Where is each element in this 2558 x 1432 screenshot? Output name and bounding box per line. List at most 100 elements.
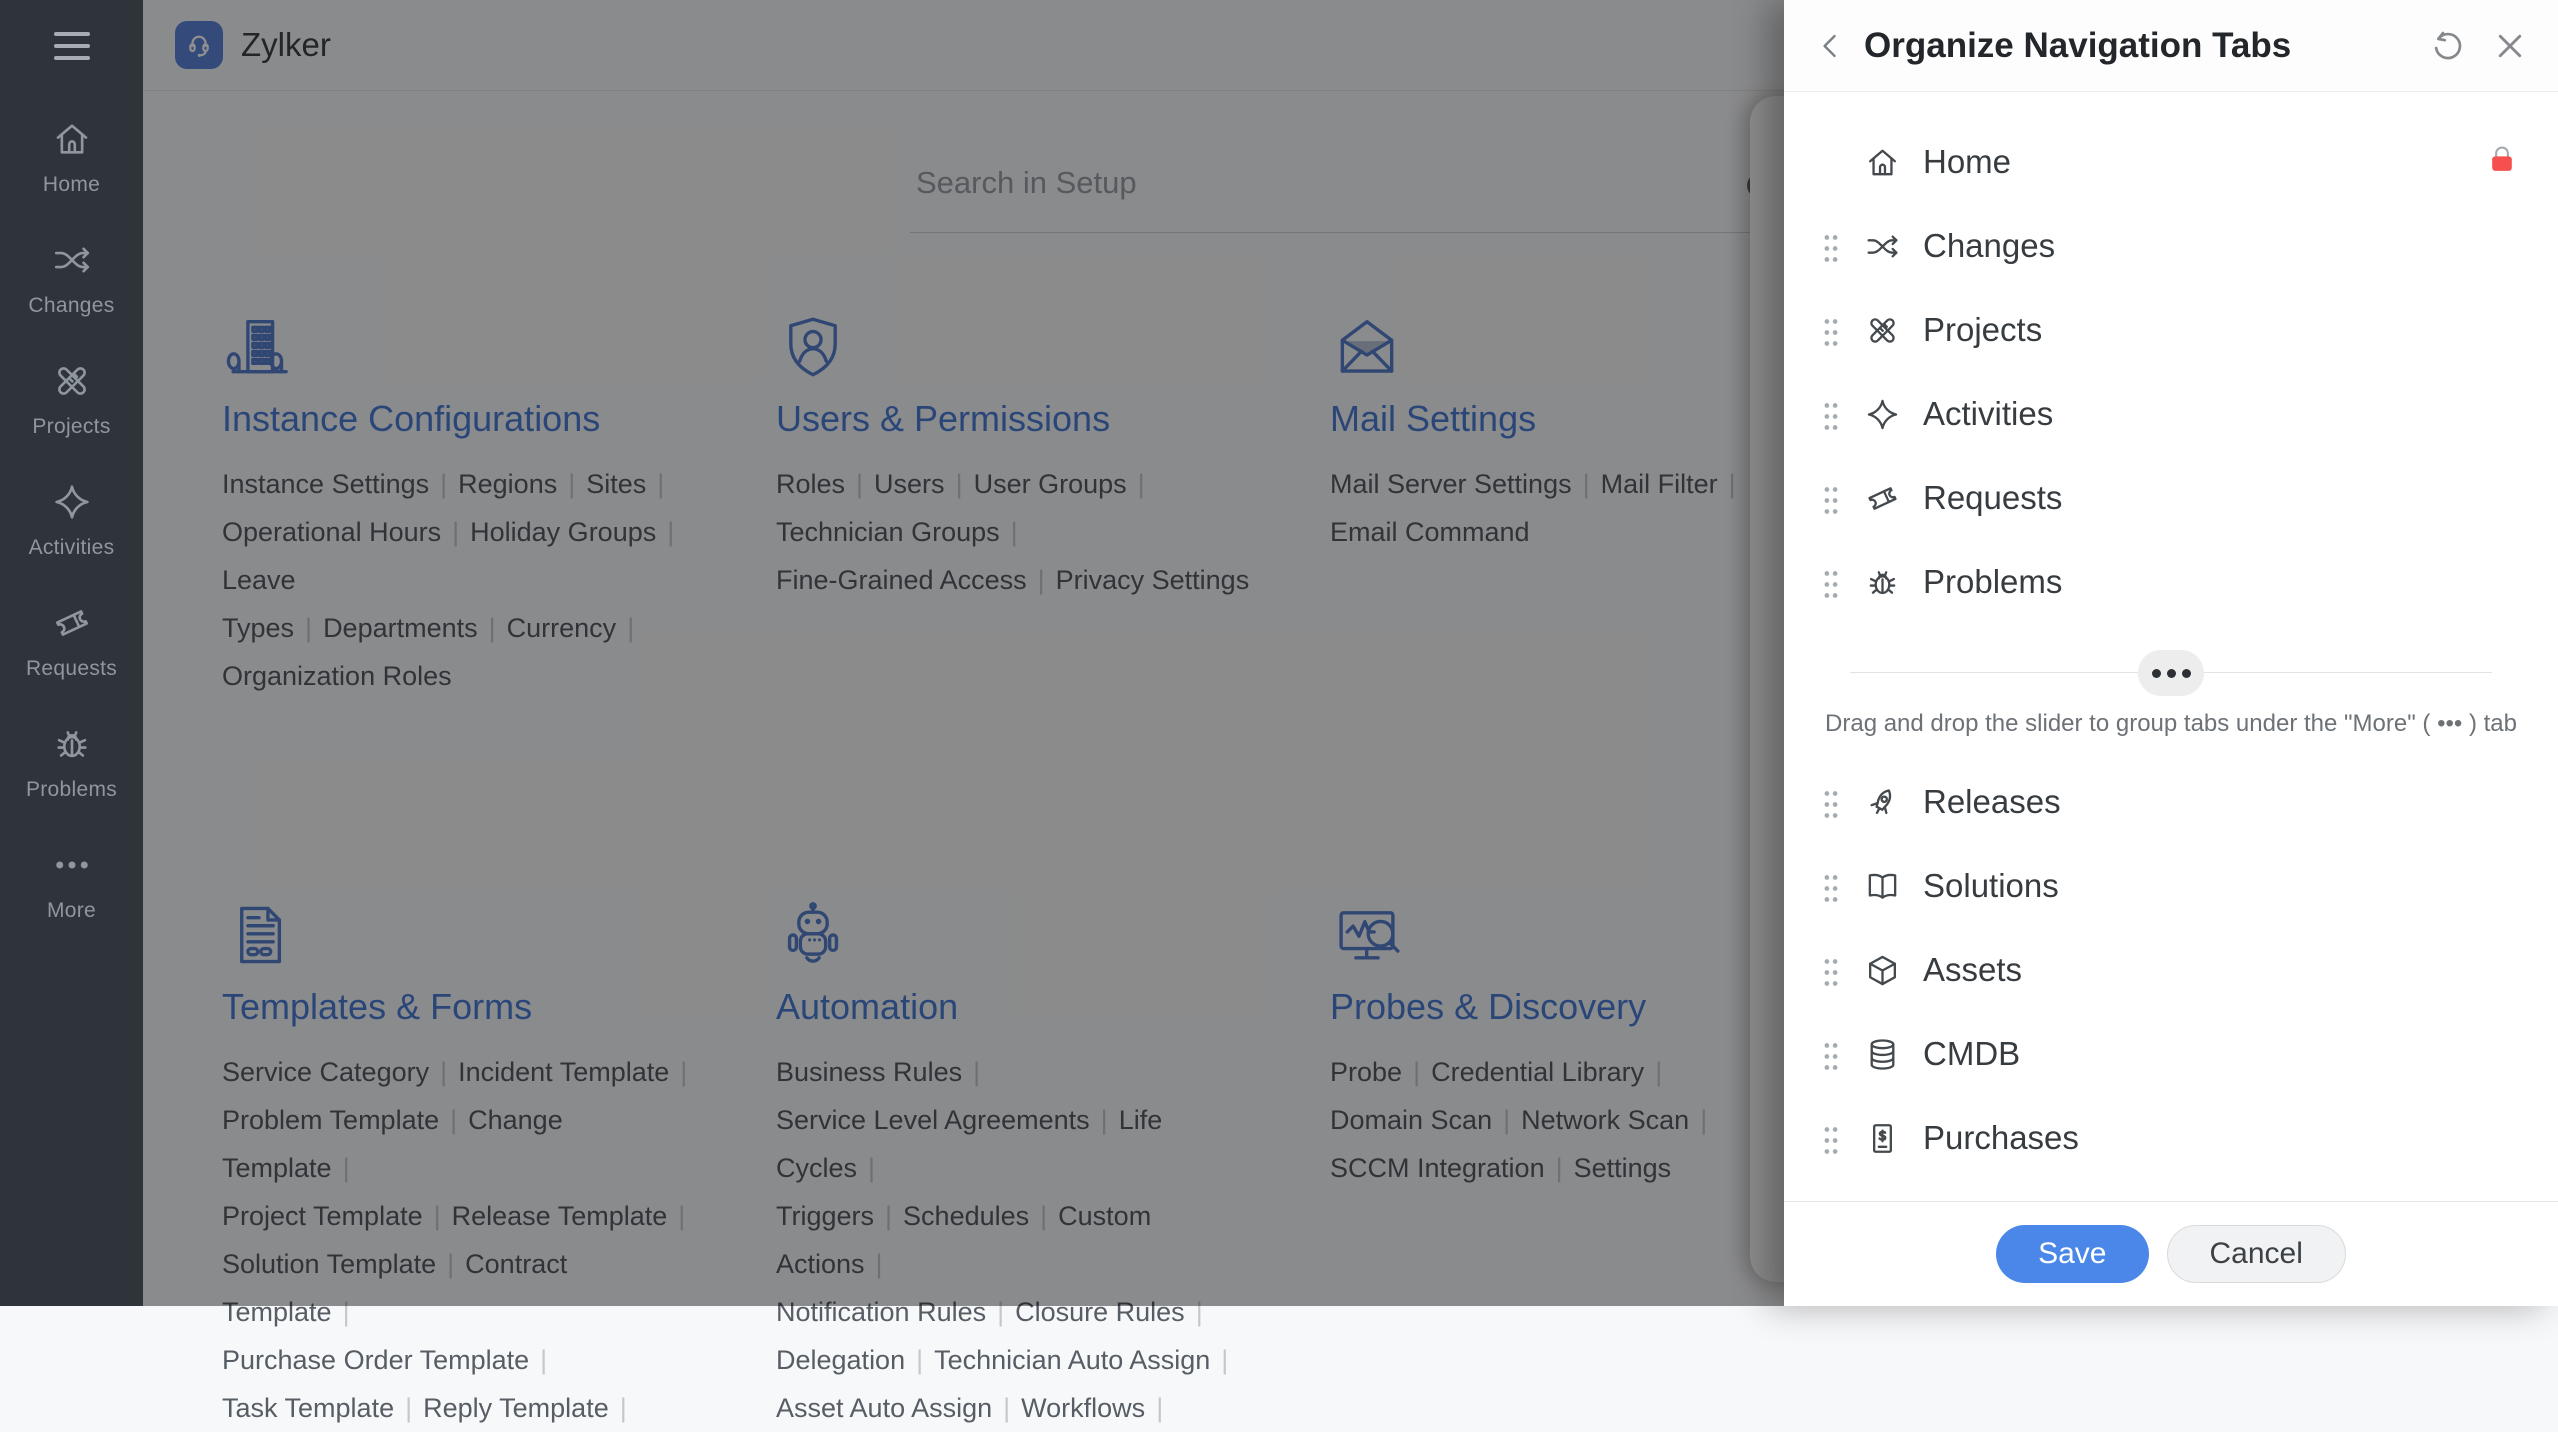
setup-link-task-template[interactable]: Task Template [222,1393,394,1423]
projects-icon [1864,312,1901,349]
sidebar-item-requests[interactable]: Requests [0,602,143,681]
sidebar-item-label: Home [43,173,100,197]
separator: | [1003,1393,1010,1423]
tabs-list-main: Home Changes Projects Activities [1784,120,2558,624]
more-icon [51,844,93,891]
setup-link-workflows[interactable]: Workflows [1021,1393,1145,1423]
drag-handle-icon[interactable] [1820,316,1842,344]
assets-icon [1864,952,1901,989]
tab-label: Activities [1923,395,2518,433]
tab-row-solutions[interactable]: Solutions [1784,844,2558,928]
tab-label: Requests [1923,479,2518,517]
organize-tabs-panel: Organize Navigation Tabs Home Changes [1784,0,2558,1306]
separator: | [916,1345,923,1375]
tab-row-requests[interactable]: Requests [1784,456,2558,540]
home-icon [1864,144,1901,181]
tab-row-projects[interactable]: Projects [1784,288,2558,372]
drag-handle-icon[interactable] [1820,568,1842,596]
setup-link-delegation[interactable]: Delegation [776,1345,905,1375]
tab-row-problems[interactable]: Problems [1784,540,2558,624]
separator: | [1156,1393,1163,1423]
separator: | [540,1345,547,1375]
sidebar-nav: Home Changes Projects Activities Request… [0,118,143,923]
tab-label: Solutions [1923,867,2518,905]
panel-header: Organize Navigation Tabs [1784,0,2558,92]
tab-label: Problems [1923,563,2518,601]
drag-handle-icon[interactable] [1820,788,1842,816]
setup-link-reply-template[interactable]: Reply Template [423,1393,609,1423]
tab-row-assets[interactable]: Assets [1784,928,2558,1012]
cmdb-icon [1864,1036,1901,1073]
solutions-icon [1864,868,1901,905]
problems-icon [1864,564,1901,601]
separator: | [405,1393,412,1423]
separator: | [1221,1345,1228,1375]
drag-handle-icon[interactable] [1820,400,1842,428]
drag-handle-icon[interactable] [1820,1040,1842,1068]
cancel-button[interactable]: Cancel [2167,1225,2346,1283]
tab-label: Purchases [1923,1119,2518,1157]
reset-icon[interactable] [2430,28,2466,64]
drag-handle-icon[interactable] [1820,484,1842,512]
sidebar-item-label: Activities [29,536,115,560]
close-icon[interactable] [2492,28,2528,64]
sidebar-item-label: More [47,899,96,923]
sidebar-item-projects[interactable]: Projects [0,360,143,439]
drag-handle-icon[interactable] [1820,232,1842,260]
changes-icon [51,239,93,286]
purchases-icon [1864,1120,1901,1157]
activities-icon [51,481,93,528]
setup-link-line: Task Template | Reply Template | [222,1384,708,1432]
tab-row-cmdb[interactable]: CMDB [1784,1012,2558,1096]
tab-row-activities[interactable]: Activities [1784,372,2558,456]
requests-icon [1864,480,1901,517]
sidebar-item-label: Changes [28,294,114,318]
sidebar-item-activities[interactable]: Activities [0,481,143,560]
tab-label: Home [1923,143,2486,181]
tab-label: Changes [1923,227,2518,265]
tab-label: Assets [1923,951,2518,989]
tab-row-releases[interactable]: Releases [1784,760,2558,844]
panel-title: Organize Navigation Tabs [1864,26,2404,66]
tab-label: CMDB [1923,1035,2518,1073]
more-slider-zone [1850,650,2492,696]
drag-handle-icon[interactable] [1820,872,1842,900]
problems-icon [51,723,93,770]
tab-label: Projects [1923,311,2518,349]
sidebar-item-home[interactable]: Home [0,118,143,197]
setup-link-purchase-order-template[interactable]: Purchase Order Template [222,1345,529,1375]
setup-link-technician-auto-assign[interactable]: Technician Auto Assign [934,1345,1210,1375]
releases-icon [1864,784,1901,821]
drag-handle-icon[interactable] [1820,1124,1842,1152]
setup-link-line: Asset Auto Assign | Workflows | [776,1384,1262,1432]
requests-icon [51,602,93,649]
setup-link-line: Purchase Order Template | [222,1336,708,1384]
lock-icon [2486,142,2518,183]
sidebar-item-more[interactable]: More [0,844,143,923]
sidebar-item-label: Projects [32,415,110,439]
tab-row-changes[interactable]: Changes [1784,204,2558,288]
sidebar-item-problems[interactable]: Problems [0,723,143,802]
tab-label: Releases [1923,783,2518,821]
more-slider-handle[interactable] [2138,650,2204,696]
slider-hint-text: Drag and drop the slider to group tabs u… [1814,710,2528,738]
app-sidebar: Home Changes Projects Activities Request… [0,0,143,1306]
activities-icon [1864,396,1901,433]
panel-body: Home Changes Projects Activities [1784,92,2558,1201]
changes-icon [1864,228,1901,265]
home-icon [51,118,93,165]
setup-link-asset-auto-assign[interactable]: Asset Auto Assign [776,1393,992,1423]
separator: | [620,1393,627,1423]
tab-row-home[interactable]: Home [1784,120,2558,204]
panel-footer: Save Cancel [1784,1201,2558,1306]
tab-row-purchases[interactable]: Purchases [1784,1096,2558,1180]
tabs-list-more: Releases Solutions Assets CMDB [1784,760,2558,1180]
back-icon[interactable] [1814,29,1848,63]
sidebar-item-label: Requests [26,657,117,681]
hamburger-menu-icon[interactable] [0,0,143,92]
hamburger-bars [54,32,90,60]
sidebar-item-changes[interactable]: Changes [0,239,143,318]
setup-link-line: Delegation | Technician Auto Assign | [776,1336,1262,1384]
drag-handle-icon[interactable] [1820,956,1842,984]
save-button[interactable]: Save [1996,1225,2148,1283]
